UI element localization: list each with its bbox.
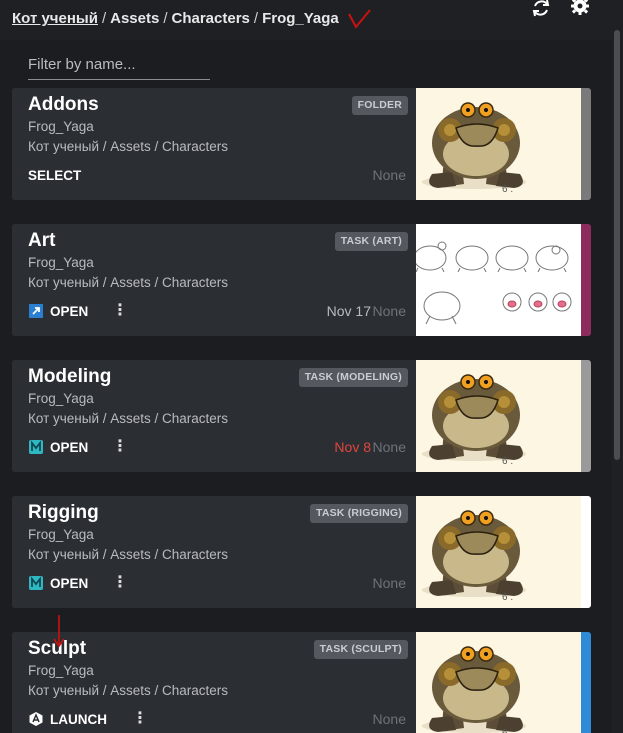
frog-thumbnail: 6 . [416,496,581,608]
breadcrumb-item-root[interactable]: Кот ученый [12,10,98,27]
breadcrumb-item-characters[interactable]: Characters [172,10,250,27]
gear-icon[interactable] [569,0,591,18]
card-status-stripe [581,88,591,200]
breadcrumb: Кот ученый / Assets / Characters / Frog_Yaga [12,10,339,27]
card-info: Modeling Frog_Yaga Кот ученый / Assets / C… [12,360,416,472]
scrollbar[interactable] [612,0,623,733]
task-card[interactable]: Addons Frog_Yaga Кот ученый / Assets / Cha… [12,88,591,200]
card-action-button[interactable]: OPEN [28,300,88,322]
annotation-arrow [53,615,65,648]
frog-sketch-sheet-thumbnail [416,224,581,336]
svg-text:6 .: 6 . [502,184,513,195]
card-assignee: None [372,303,406,319]
card-action-label: OPEN [50,439,89,455]
card-due-date: Nov 8 [334,439,371,455]
card-title: Modeling [28,366,112,387]
scrollbar-thumb[interactable] [614,30,620,460]
card-info: Rigging Frog_Yaga Кот ученый / Assets / Ch… [12,496,416,608]
task-card[interactable]: Art Frog_Yaga Кот ученый / Assets / Charac… [12,224,591,336]
card-type-badge: TASK (ART) [334,232,408,251]
card-title: Art [28,230,56,251]
card-type-badge: FOLDER [351,96,408,115]
card-status-stripe [581,224,591,336]
breadcrumb-separator: / [101,10,107,27]
breadcrumb-separator: / [253,10,259,27]
breadcrumb-item-current: Frog_Yaga [262,10,339,27]
card-path: Кот ученый / Assets / Characters [28,683,229,698]
card-subtitle: Frog_Yaga [28,391,94,406]
card-subtitle: Frog_Yaga [28,527,94,542]
card-path: Кот ученый / Assets / Characters [28,547,229,562]
card-action-button[interactable]: LAUNCH [28,708,107,730]
maya-icon [28,439,44,455]
task-card[interactable]: Modeling Frog_Yaga Кот ученый / Assets / C… [12,360,591,472]
card-status-stripe [581,496,591,608]
filter-input[interactable] [28,52,210,76]
frog-thumbnail: 6 . [416,360,581,472]
card-action-button[interactable]: OPEN [28,572,88,594]
card-type-badge: TASK (MODELING) [298,368,408,387]
card-title: Addons [28,94,99,115]
annotation-checkmark [348,9,371,29]
card-type-badge: TASK (RIGGING) [309,504,408,523]
task-card[interactable]: Sculpt Frog_Yaga Кот ученый / Assets / Cha… [12,632,591,733]
card-assignee: None [372,167,406,183]
breadcrumb-separator: / [163,10,168,27]
sync-icon[interactable] [530,0,552,18]
card-assignee: None [372,439,406,455]
svg-text:6 .: 6 . [502,456,513,467]
card-subtitle: Frog_Yaga [28,119,94,134]
frog-thumbnail: 6 . [416,632,581,733]
card-info: Art Frog_Yaga Кот ученый / Assets / Charac… [12,224,416,336]
card-assignee: None [372,575,406,591]
sculpt-app-icon [28,711,44,727]
card-subtitle: Frog_Yaga [28,663,94,678]
svg-text:6 .: 6 . [502,592,513,603]
card-action-button[interactable]: OPEN [28,436,88,458]
card-type-badge: TASK (SCULPT) [313,640,408,659]
open-external-icon [28,303,44,319]
card-path: Кот ученый / Assets / Characters [28,411,229,426]
card-action-label: SELECT [28,167,82,183]
svg-text:6 .: 6 . [502,728,513,733]
card-action-label: LAUNCH [50,711,107,727]
frog-thumbnail: 6 . [416,88,581,200]
more-options-icon[interactable]: ⋮ [112,574,128,592]
card-subtitle: Frog_Yaga [28,255,94,270]
card-path: Кот ученый / Assets / Characters [28,275,229,290]
card-info: Sculpt Frog_Yaga Кот ученый / Assets / Cha… [12,632,416,733]
card-action-label: OPEN [50,575,89,591]
card-status-stripe [581,632,591,733]
breadcrumb-item-assets[interactable]: Assets [110,10,159,27]
card-title: Rigging [28,502,99,523]
card-info: Addons Frog_Yaga Кот ученый / Assets / Cha… [12,88,416,200]
card-action-button[interactable]: SELECT [28,164,81,186]
task-card[interactable]: Rigging Frog_Yaga Кот ученый / Assets / Ch… [12,496,591,608]
filter-field [28,52,210,80]
more-options-icon[interactable]: ⋮ [132,710,148,728]
card-due-date: Nov 17 [326,303,371,319]
top-bar: Кот ученый / Assets / Characters / Frog_Yaga [0,0,612,40]
card-status-stripe [581,360,591,472]
more-options-icon[interactable]: ⋮ [112,302,128,320]
maya-icon [28,575,44,591]
card-action-label: OPEN [50,303,89,319]
card-assignee: None [372,711,406,727]
card-path: Кот ученый / Assets / Characters [28,139,229,154]
more-options-icon[interactable]: ⋮ [112,438,128,456]
